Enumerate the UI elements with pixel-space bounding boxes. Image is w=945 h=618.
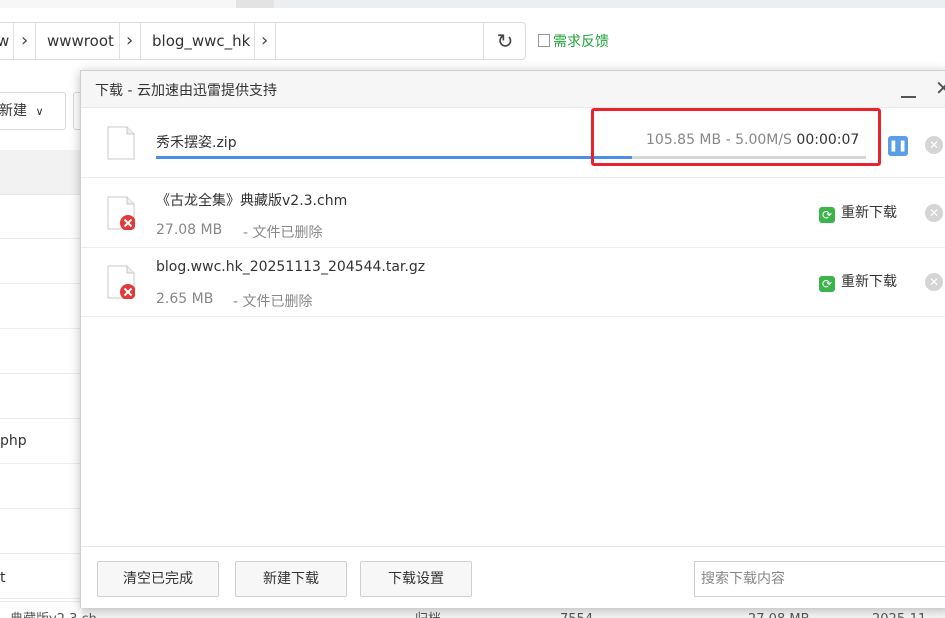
file-name-fragment: php — [0, 433, 27, 449]
clear-completed-button[interactable]: 清空已完成 — [97, 561, 219, 597]
retry-icon: ⟳ — [819, 207, 835, 223]
annotation-highlight — [591, 108, 881, 166]
retry-download-button[interactable]: ⟳ 重新下载 — [819, 202, 897, 223]
new-file-button[interactable]: 新建 ∨ — [0, 92, 66, 130]
file-icon — [107, 126, 135, 160]
row-cell: 27.08 MB — [748, 608, 809, 618]
file-error-icon — [107, 196, 135, 230]
pause-icon[interactable]: ❚❚ — [888, 136, 908, 156]
breadcrumb: w › wwwroot › blog_wwc_hk › ↻ — [0, 22, 526, 60]
chevron-down-icon: ∨ — [35, 105, 44, 118]
breadcrumb-divider — [35, 23, 36, 59]
download-dialog: 下载 - 云加速由迅雷提供支持 ✕ 秀禾摆姿.zip 105.85 MB - 5… — [80, 70, 945, 608]
table-row[interactable] — [0, 284, 82, 329]
download-status: - 文件已删除 — [243, 225, 323, 241]
file-table-header — [0, 150, 82, 195]
row-cell: 7554 — [560, 608, 593, 618]
chevron-right-icon: › — [126, 30, 134, 51]
table-row[interactable] — [0, 464, 82, 509]
breadcrumb-item[interactable]: wwwroot — [47, 23, 114, 59]
retry-download-button[interactable]: ⟳ 重新下载 — [819, 271, 897, 292]
table-row[interactable] — [0, 509, 82, 554]
download-file-name: blog.wwc.hk_20251113_204544.tar.gz — [156, 259, 426, 275]
download-file-name: 秀禾摆姿.zip — [156, 135, 237, 151]
table-row[interactable]: php — [0, 419, 82, 464]
table-row-partial: 典藏版v2.3.ch 归档 7554 27.08 MB 2025-11 — [0, 608, 945, 618]
table-row[interactable]: t — [0, 554, 82, 602]
download-size: 2.65 MB — [156, 291, 214, 307]
breadcrumb-divider — [140, 23, 141, 59]
retry-icon: ⟳ — [819, 276, 835, 292]
row-cell: 归档 — [415, 608, 441, 618]
table-row[interactable] — [0, 374, 82, 419]
download-file-name: 《古龙全集》典藏版v2.3.chm — [156, 193, 348, 209]
dialog-title: 下载 - 云加速由迅雷提供支持 — [95, 83, 277, 99]
tab-active[interactable] — [0, 0, 236, 8]
file-manager-nav: w › wwwroot › blog_wwc_hk › ↻ 需求反馈 — [0, 8, 945, 70]
file-error-icon — [107, 265, 135, 299]
download-progress-fill — [156, 156, 632, 159]
feedback-icon — [538, 34, 550, 47]
close-icon[interactable]: ✕ — [935, 76, 945, 100]
dialog-header: 下载 - 云加速由迅雷提供支持 ✕ — [81, 71, 945, 108]
download-status: - 文件已删除 — [233, 294, 313, 310]
chevron-right-icon: › — [21, 30, 29, 51]
breadcrumb-divider — [275, 23, 276, 59]
search-downloads-input[interactable] — [694, 561, 945, 597]
retry-label: 重新下载 — [841, 274, 897, 290]
breadcrumb-item[interactable]: blog_wwc_hk — [152, 23, 250, 59]
file-name-fragment: t — [0, 570, 6, 586]
download-size: 27.08 MB — [156, 222, 223, 238]
browser-tab-strip — [0, 0, 945, 8]
minimize-button[interactable] — [899, 76, 919, 100]
table-row[interactable] — [0, 239, 82, 284]
breadcrumb-divider — [119, 23, 120, 59]
table-row[interactable] — [0, 194, 82, 239]
row-cell: 2025-11 — [872, 608, 926, 618]
feedback-label: 需求反馈 — [553, 34, 609, 50]
breadcrumb-divider — [13, 23, 14, 59]
refresh-icon: ↻ — [496, 29, 514, 53]
row-cell: 典藏版v2.3.ch — [10, 608, 97, 618]
download-item: blog.wwc.hk_20251113_204544.tar.gz 2.65 … — [81, 247, 945, 317]
retry-label: 重新下载 — [841, 205, 897, 221]
dialog-footer: 清空已完成 新建下载 下载设置 — [81, 546, 945, 608]
download-item: 《古龙全集》典藏版v2.3.chm 27.08 MB - 文件已删除 ⟳ 重新下载… — [81, 178, 945, 248]
new-file-label: 新建 — [0, 103, 27, 119]
remove-download-icon[interactable]: ✕ — [925, 136, 943, 154]
table-row[interactable] — [0, 329, 82, 374]
tab-inactive[interactable] — [236, 0, 274, 8]
chevron-right-icon: › — [261, 30, 269, 51]
feedback-link[interactable]: 需求反馈 — [538, 31, 609, 51]
remove-download-icon[interactable]: ✕ — [925, 204, 943, 222]
refresh-button[interactable]: ↻ — [483, 23, 526, 59]
new-download-button[interactable]: 新建下载 — [235, 561, 347, 597]
remove-download-icon[interactable]: ✕ — [925, 273, 943, 291]
download-settings-button[interactable]: 下载设置 — [360, 561, 472, 597]
file-list-left-edge: 新建 ∨ php t — [0, 70, 85, 618]
breadcrumb-divider — [254, 23, 255, 59]
breadcrumb-item[interactable]: w — [0, 23, 9, 59]
